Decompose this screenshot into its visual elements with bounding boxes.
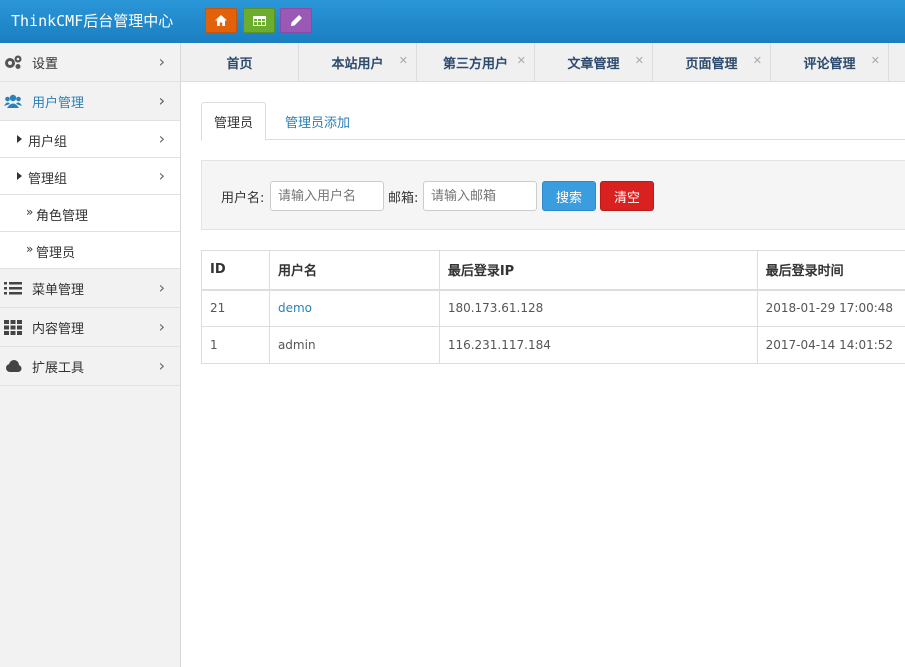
- email-input[interactable]: [423, 181, 537, 211]
- table-button[interactable]: [243, 8, 275, 33]
- tab-add-administrator[interactable]: 管理员添加: [273, 102, 362, 140]
- username-link[interactable]: demo: [278, 301, 312, 315]
- cell-time: 2017-04-14 14:01:52: [756, 326, 905, 364]
- edit-button[interactable]: [280, 8, 312, 33]
- close-icon[interactable]: ✕: [399, 54, 408, 67]
- sidebar-item-settings[interactable]: 设置 ›: [0, 43, 180, 82]
- table-row: 1 admin 116.231.117.184 2017-04-14 14:01…: [201, 326, 905, 364]
- admin-table: ID 用户名 最后登录IP 最后登录时间 21 demo 180.173.61.…: [201, 250, 905, 364]
- close-icon[interactable]: ✕: [871, 54, 880, 67]
- tab-label: 首页: [226, 57, 253, 72]
- table-header-row: ID 用户名 最后登录IP 最后登录时间: [201, 250, 905, 291]
- close-icon[interactable]: ✕: [517, 54, 526, 67]
- close-icon[interactable]: ✕: [753, 54, 762, 67]
- tab-label: 第三方用户: [442, 57, 508, 72]
- search-form: 用户名: 邮箱: 搜索 清空: [201, 160, 905, 230]
- sidebar-item-label: 设置: [32, 56, 59, 72]
- brand-title: ThinkCMF后台管理中心: [11, 12, 174, 30]
- sidebar-item-extension-tools[interactable]: 扩展工具 ›: [0, 347, 180, 386]
- cell-ip: 180.173.61.128: [438, 289, 758, 327]
- tab-administrators[interactable]: 管理员: [201, 102, 267, 141]
- column-header-last-login-time: 最后登录时间: [756, 250, 905, 291]
- page-tab-bar: 首页 本站用户 ✕ 第三方用户 ✕ 文章管理 ✕ 页面管理 ✕ 评论管理 ✕: [181, 43, 905, 82]
- chevron-right-icon: ›: [158, 278, 165, 297]
- home-icon: [215, 15, 227, 26]
- users-icon: [4, 94, 22, 108]
- sidebar-leaf-administrators[interactable]: » 管理员: [0, 232, 180, 269]
- cell-username: demo: [268, 289, 440, 327]
- sidebar-leaf-label: 角色管理: [36, 209, 89, 224]
- sidebar-item-content-management[interactable]: 内容管理 ›: [0, 308, 180, 347]
- username-label: 用户名:: [221, 191, 265, 206]
- sidebar-item-label: 菜单管理: [32, 282, 85, 298]
- tab-site-users[interactable]: 本站用户 ✕: [299, 43, 417, 82]
- sidebar-item-menu-management[interactable]: 菜单管理 ›: [0, 269, 180, 308]
- tab-page-management[interactable]: 页面管理 ✕: [653, 43, 771, 82]
- sidebar-leaf-role-management[interactable]: » 角色管理: [0, 195, 180, 232]
- table-row: 21 demo 180.173.61.128 2018-01-29 17:00:…: [201, 289, 905, 327]
- close-icon[interactable]: ✕: [635, 54, 644, 67]
- tab-home[interactable]: 首页: [181, 43, 299, 82]
- column-header-username: 用户名: [268, 250, 440, 291]
- cell-ip: 116.231.117.184: [438, 326, 758, 364]
- clear-button[interactable]: 清空: [600, 181, 654, 211]
- caret-right-icon: [17, 172, 22, 180]
- cell-id: 1: [201, 326, 270, 364]
- pencil-icon: [290, 15, 302, 26]
- sidebar-item-label: 扩展工具: [32, 360, 85, 376]
- sidebar-subitem-label: 管理组: [28, 172, 68, 187]
- sidebar-subitem-admin-groups[interactable]: 管理组 ›: [0, 158, 180, 195]
- sidebar-leaf-label: 管理员: [36, 246, 76, 261]
- grid-icon: [4, 320, 22, 335]
- sidebar-item-label: 用户管理: [32, 95, 85, 111]
- cell-id: 21: [201, 289, 270, 327]
- tab-label: 本站用户: [331, 57, 384, 72]
- username-input[interactable]: [270, 181, 384, 211]
- column-header-last-login-ip: 最后登录IP: [438, 250, 758, 291]
- home-button[interactable]: [205, 8, 237, 33]
- chevron-right-icon: ›: [158, 129, 165, 148]
- email-label: 邮箱:: [388, 191, 419, 206]
- tab-label: 文章管理: [567, 57, 620, 72]
- chevron-right-icon: ›: [158, 166, 165, 185]
- top-header: ThinkCMF后台管理中心: [0, 0, 905, 43]
- sidebar-item-user-management[interactable]: 用户管理 ›: [0, 82, 180, 121]
- gears-icon: [5, 55, 22, 69]
- sidebar-subitem-label: 用户组: [28, 135, 68, 150]
- tab-third-party-users[interactable]: 第三方用户 ✕: [417, 43, 535, 82]
- tab-label: 页面管理: [685, 57, 738, 72]
- chevron-right-icon: ›: [158, 91, 165, 110]
- column-header-id: ID: [201, 250, 270, 291]
- cloud-icon: [6, 360, 22, 372]
- double-chevron-icon: »: [26, 205, 34, 219]
- content-tabs: 管理员 管理员添加: [201, 102, 905, 141]
- tab-comment-management[interactable]: 评论管理 ✕: [771, 43, 889, 82]
- chevron-right-icon: ›: [158, 52, 165, 71]
- cell-username: admin: [268, 326, 440, 364]
- table-icon: [252, 15, 266, 26]
- double-chevron-icon: »: [26, 242, 34, 256]
- sidebar: 设置 › 用户管理 › 用户组 › 管理组 › » 角色管理 » 管理员 菜单管…: [0, 43, 181, 667]
- sidebar-item-label: 内容管理: [32, 321, 85, 337]
- caret-right-icon: [17, 135, 22, 143]
- search-button[interactable]: 搜索: [542, 181, 596, 211]
- chevron-right-icon: ›: [158, 356, 165, 375]
- list-icon: [4, 282, 22, 295]
- chevron-right-icon: ›: [158, 317, 165, 336]
- tab-label: 评论管理: [803, 57, 856, 72]
- sidebar-subitem-user-groups[interactable]: 用户组 ›: [0, 121, 180, 158]
- cell-time: 2018-01-29 17:00:48: [756, 289, 905, 327]
- tab-article-management[interactable]: 文章管理 ✕: [535, 43, 653, 82]
